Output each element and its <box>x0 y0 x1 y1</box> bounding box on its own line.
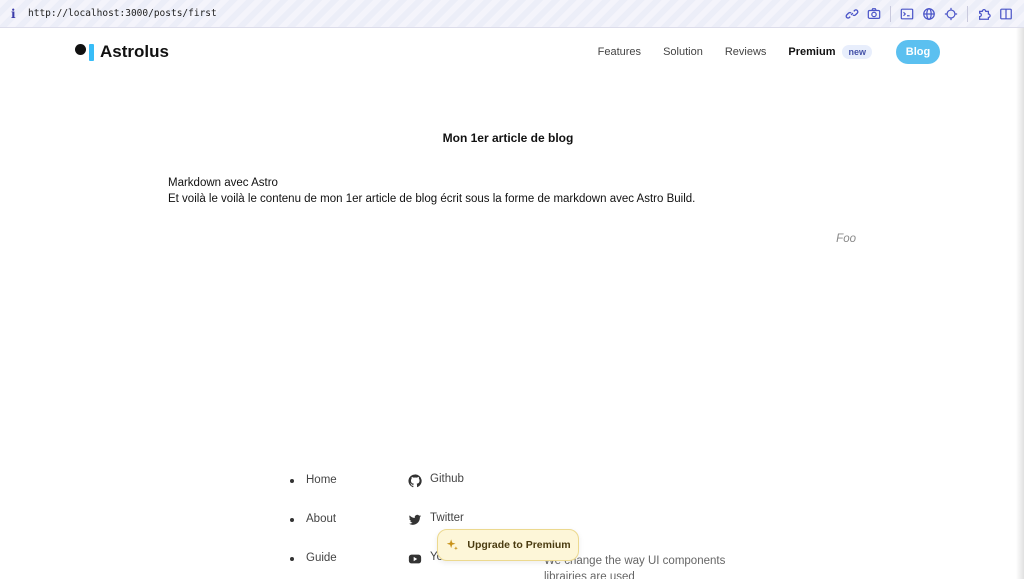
toolbar-separator <box>967 6 968 22</box>
footer-social-links: Github Twitter Youtube <box>408 473 472 579</box>
footer-link-guide[interactable]: Guide <box>290 552 337 579</box>
logo-dot-icon <box>75 43 86 55</box>
info-icon[interactable]: i <box>11 7 21 21</box>
nav-solution[interactable]: Solution <box>663 46 703 58</box>
bullet-icon <box>290 557 294 561</box>
footer-link-label: About <box>306 513 337 525</box>
bullet-icon <box>290 518 294 522</box>
main-nav: Features Solution Reviews Premium new Bl… <box>598 40 940 64</box>
scroll-edge-shadow <box>1016 28 1024 579</box>
bullet-icon <box>290 479 294 483</box>
nav-premium[interactable]: Premium <box>788 46 835 58</box>
upgrade-to-premium-button[interactable]: Upgrade to Premium <box>437 529 579 561</box>
upgrade-label: Upgrade to Premium <box>467 539 571 551</box>
browser-toolbar: i http://localhost:3000/posts/first <box>0 0 1024 28</box>
logo-bar-icon <box>89 43 94 61</box>
new-badge: new <box>842 45 872 59</box>
split-view-icon[interactable] <box>998 6 1014 22</box>
article-heading: Markdown avec Astro <box>168 177 278 189</box>
address-bar-url[interactable]: http://localhost:3000/posts/first <box>28 8 217 19</box>
globe-icon[interactable] <box>921 6 937 22</box>
social-link-label: Github <box>430 473 464 485</box>
footer-links: Home About Guide <box>290 474 337 579</box>
terminal-icon[interactable] <box>899 6 915 22</box>
youtube-icon <box>408 554 422 564</box>
twitter-icon <box>408 514 422 525</box>
nav-features[interactable]: Features <box>598 46 641 58</box>
crosshair-icon[interactable] <box>943 6 959 22</box>
footer-link-label: Home <box>306 474 337 486</box>
footer-link-about[interactable]: About <box>290 513 337 552</box>
social-link-label: Twitter <box>430 512 464 524</box>
article-body: Et voilà le voilà le contenu de mon 1er … <box>168 193 696 205</box>
article-author: Foo <box>836 233 856 245</box>
link-icon[interactable] <box>844 6 860 22</box>
toolbar-separator <box>890 6 891 22</box>
camera-icon[interactable] <box>866 6 882 22</box>
footer-link-home[interactable]: Home <box>290 474 337 513</box>
github-icon <box>408 474 422 488</box>
nav-reviews[interactable]: Reviews <box>725 46 767 58</box>
brand-name: Astrolus <box>100 42 169 61</box>
brand-logo[interactable]: Astrolus <box>75 42 169 62</box>
puzzle-icon[interactable] <box>976 6 992 22</box>
toolbar-icon-group <box>838 6 1014 22</box>
footer-link-label: Guide <box>306 552 337 564</box>
blog-button[interactable]: Blog <box>896 40 940 64</box>
article-title: Mon 1er article de blog <box>442 131 574 145</box>
sparkle-icon <box>447 539 459 551</box>
social-link-github[interactable]: Github <box>408 473 472 512</box>
